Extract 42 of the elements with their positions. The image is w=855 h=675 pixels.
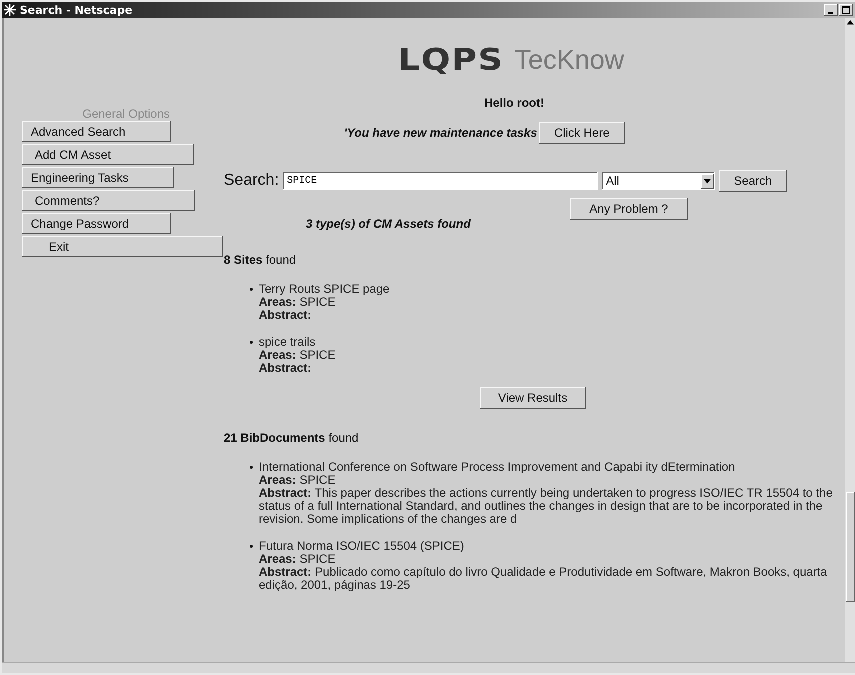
- result-abstract: Abstract:: [259, 309, 313, 322]
- sidebar-button[interactable]: Change Password: [22, 213, 171, 234]
- result-abstract: Abstract: This paper describes the actions currently being undertaken to progress ISO/IEC TR 15504 to the status of a full International Standard, and outlines the changes in design that are to be incorporated in the revision. Some implications of the changes are d: [259, 487, 834, 526]
- horizontal-scrollbar[interactable]: [2, 662, 855, 673]
- logo-mark: LQPS: [398, 42, 504, 78]
- result-areas: Areas: SPICE: [259, 349, 845, 362]
- sidebar-heading: General Options: [82, 107, 171, 121]
- sidebar-button[interactable]: Engineering Tasks: [22, 167, 174, 188]
- sidebar-button[interactable]: Comments?: [22, 190, 195, 211]
- vertical-scrollbar[interactable]: [845, 18, 855, 662]
- snowflake-icon: [4, 4, 16, 16]
- result-title[interactable]: Terry Routs SPICE page: [259, 283, 845, 296]
- greeting: Hello root!: [484, 95, 546, 110]
- any-problem-button[interactable]: Any Problem ?: [570, 198, 688, 220]
- result-areas: Areas: SPICE: [259, 553, 845, 566]
- search-field[interactable]: SPICE: [283, 172, 598, 190]
- search-button[interactable]: Search: [719, 170, 788, 192]
- result-abstract: Abstract:: [259, 362, 313, 375]
- logo-name: TecKnow: [514, 44, 624, 76]
- notice-text: 'You have new maintenance tasks: [344, 126, 538, 140]
- up-arrow-icon: [846, 20, 854, 25]
- search-label: Search:: [224, 172, 280, 190]
- scroll-thumb[interactable]: [846, 492, 854, 602]
- click-here-button[interactable]: Click Here: [539, 122, 625, 144]
- result-title[interactable]: Futura Norma ISO/IEC 15504 (SPICE): [259, 540, 845, 553]
- sidebar-button[interactable]: Add CM Asset: [22, 144, 194, 165]
- result-areas: Areas: SPICE: [259, 474, 845, 487]
- minimize-button[interactable]: [824, 4, 838, 16]
- results-summary: 3 type(s) of CM Assets found: [305, 217, 472, 231]
- scope-dropdown[interactable]: All: [602, 172, 716, 190]
- maximize-icon: [842, 6, 850, 14]
- section-heading: 8 Sites found: [224, 253, 298, 267]
- result-title[interactable]: spice trails: [259, 336, 845, 349]
- result-areas: Areas: SPICE: [259, 296, 845, 309]
- view-results-button[interactable]: View Results: [480, 387, 586, 409]
- section-heading: 21 BibDocuments found: [224, 431, 360, 445]
- window-title: Search - Netscape: [20, 4, 133, 16]
- result-title[interactable]: International Conference on Software Process Improvement and Capabi ity dEtermination: [259, 461, 845, 474]
- result-abstract: Abstract: Publicado como capítulo do livro Qualidade e Produtividade em Software, Makron Books, quarta edição, 2001, páginas 19-25: [259, 566, 828, 592]
- sidebar-button[interactable]: Exit: [22, 236, 223, 257]
- maximize-button[interactable]: [839, 4, 853, 16]
- sidebar-button[interactable]: Advanced Search: [22, 121, 171, 142]
